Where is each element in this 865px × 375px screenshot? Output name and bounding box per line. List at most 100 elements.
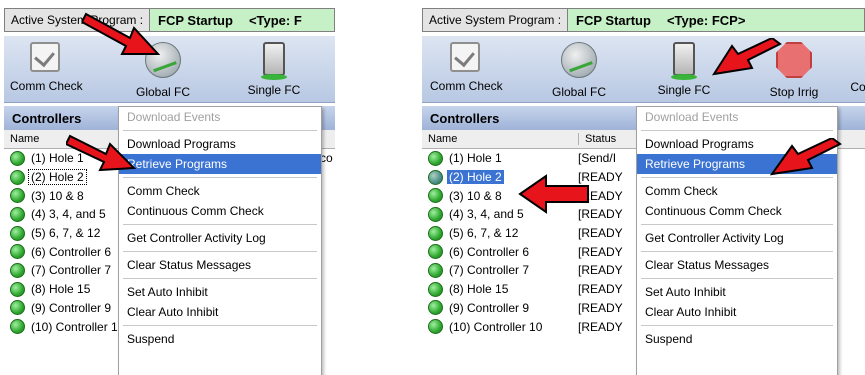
status-column-header[interactable]: Status — [578, 133, 616, 145]
menu-separator — [641, 278, 833, 279]
menu-separator — [123, 177, 317, 178]
status-green-icon — [10, 244, 25, 260]
menu-item-set-auto-inhibit[interactable]: Set Auto Inhibit — [119, 282, 321, 302]
menu-item-continuous-comm-check[interactable]: Continuous Comm Check — [637, 201, 837, 221]
globe-icon — [561, 42, 597, 78]
menu-item-comm-check[interactable]: Comm Check — [637, 181, 837, 201]
status-green-icon — [428, 319, 443, 335]
menu-item-retrieve-programs[interactable]: Retrieve Programs — [119, 154, 321, 174]
status-green-icon — [428, 244, 443, 260]
controller-status: [READY — [578, 207, 623, 222]
controller-name: (6) Controller 6 — [31, 244, 112, 259]
controller-name: (8) Hole 15 — [31, 282, 91, 297]
stop-irrig-button[interactable]: Stop Irrig — [762, 42, 826, 99]
comm-check-button[interactable]: Comm Check — [10, 42, 83, 93]
menu-separator — [123, 130, 317, 131]
menu-item-suspend[interactable]: Suspend — [637, 329, 837, 349]
device-icon — [261, 42, 287, 80]
menu-item-download-events: Download Events — [645, 110, 739, 124]
menu-separator — [641, 224, 833, 225]
active-program-label: Active System Program : — [422, 8, 569, 32]
menu-separator — [641, 251, 833, 252]
context-menu: Download Events Download Programs Retrie… — [118, 106, 322, 375]
menu-item-get-activity-log[interactable]: Get Controller Activity Log — [119, 228, 321, 248]
status-green-icon — [428, 188, 443, 204]
menu-item-retrieve-programs[interactable]: Retrieve Programs — [637, 154, 837, 174]
menu-item-continuous-comm-check[interactable]: Continuous Comm Check — [119, 201, 321, 221]
active-program-name: FCP Startup <Type: FCP> — [568, 8, 865, 32]
menu-item-comm-check[interactable]: Comm Check — [119, 181, 321, 201]
menu-item-clear-status-messages[interactable]: Clear Status Messages — [119, 255, 321, 275]
controller-name: (9) Controller 9 — [449, 300, 530, 315]
controller-name: (1) Hole 1 — [449, 151, 502, 166]
controller-name: (7) Controller 7 — [31, 263, 112, 278]
program-type-text: <Type: F — [248, 12, 302, 28]
controller-name: (4) 3, 4, and 5 — [449, 207, 524, 222]
status-green-icon — [10, 150, 25, 166]
single-fc-button[interactable]: Single FC — [654, 42, 714, 97]
controller-name: (2) Hole 2 — [28, 169, 87, 186]
menu-item-download-programs[interactable]: Download Programs — [119, 134, 321, 154]
truncated-toolbar-button[interactable]: Co — [846, 80, 865, 94]
globe-icon — [145, 42, 181, 78]
status-green-icon — [428, 150, 443, 166]
controller-status: [READY — [578, 300, 623, 315]
status-green-icon — [10, 225, 25, 241]
menu-item-clear-auto-inhibit[interactable]: Clear Auto Inhibit — [119, 302, 321, 322]
active-program-name: FCP Startup <Type: F — [150, 8, 335, 32]
controller-name: (6) Controller 6 — [449, 244, 530, 259]
controller-name: (3) 10 & 8 — [31, 188, 84, 203]
global-fc-button[interactable]: Global FC — [546, 42, 612, 99]
controller-status: [READY — [578, 188, 623, 203]
context-menu: Download Events Download Programs Retrie… — [636, 106, 838, 375]
status-green-icon — [428, 206, 443, 222]
status-green-icon — [428, 300, 443, 316]
controller-name: (9) Controller 9 — [31, 300, 112, 315]
menu-separator — [641, 130, 833, 131]
menu-separator — [123, 325, 317, 326]
menu-item-clear-auto-inhibit[interactable]: Clear Auto Inhibit — [637, 302, 837, 322]
controller-status: [READY — [578, 263, 623, 278]
menu-item-download-programs[interactable]: Download Programs — [637, 134, 837, 154]
global-fc-label: Global FC — [551, 85, 607, 99]
active-program-bar: Active System Program : FCP Startup <Typ… — [4, 8, 335, 32]
status-green-icon — [10, 281, 25, 297]
controller-name: (3) 10 & 8 — [449, 188, 502, 203]
comm-check-label: Comm Check — [10, 79, 83, 93]
right-screenshot-panel: Active System Program : FCP Startup <Typ… — [418, 0, 865, 375]
status-green-icon — [10, 188, 25, 204]
status-green-icon — [10, 169, 25, 185]
menu-item-get-activity-log[interactable]: Get Controller Activity Log — [637, 228, 837, 248]
menu-separator — [123, 251, 317, 252]
global-fc-label: Global FC — [135, 85, 191, 99]
controller-name: (7) Controller 7 — [449, 263, 530, 278]
controller-status: [READY — [578, 319, 623, 334]
name-column-header[interactable]: Name — [422, 133, 578, 145]
controller-name: (10) Controller 10 — [31, 319, 125, 334]
controller-name: (5) 6, 7, & 12 — [31, 226, 101, 241]
program-name-text: FCP Startup — [158, 12, 233, 28]
menu-item-download-events: Download Events — [127, 110, 221, 124]
single-fc-label: Single FC — [247, 83, 301, 97]
single-fc-button[interactable]: Single FC — [244, 42, 304, 97]
controller-name: (1) Hole 1 — [31, 151, 84, 166]
controller-status: [READY — [578, 282, 623, 297]
menu-item-suspend[interactable]: Suspend — [119, 329, 321, 349]
single-fc-label: Single FC — [657, 83, 711, 97]
status-green-icon — [10, 319, 25, 335]
menu-item-clear-status-messages[interactable]: Clear Status Messages — [637, 255, 837, 275]
menu-separator — [123, 278, 317, 279]
status-green-icon — [428, 262, 443, 278]
global-fc-button[interactable]: Global FC — [130, 42, 196, 99]
controller-name: (5) 6, 7, & 12 — [449, 226, 519, 241]
status-green-icon — [428, 281, 443, 297]
controller-status: [READY — [578, 244, 623, 259]
comm-check-button[interactable]: Comm Check — [430, 42, 503, 93]
program-name-text: FCP Startup — [576, 12, 651, 28]
status-green-icon — [428, 169, 443, 185]
menu-item-set-auto-inhibit[interactable]: Set Auto Inhibit — [637, 282, 837, 302]
status-green-icon — [10, 262, 25, 278]
menu-separator — [641, 325, 833, 326]
toolbar: Comm Check Global FC Single FC Stop Irri… — [422, 36, 865, 103]
controller-name: (4) 3, 4, and 5 — [31, 207, 106, 222]
